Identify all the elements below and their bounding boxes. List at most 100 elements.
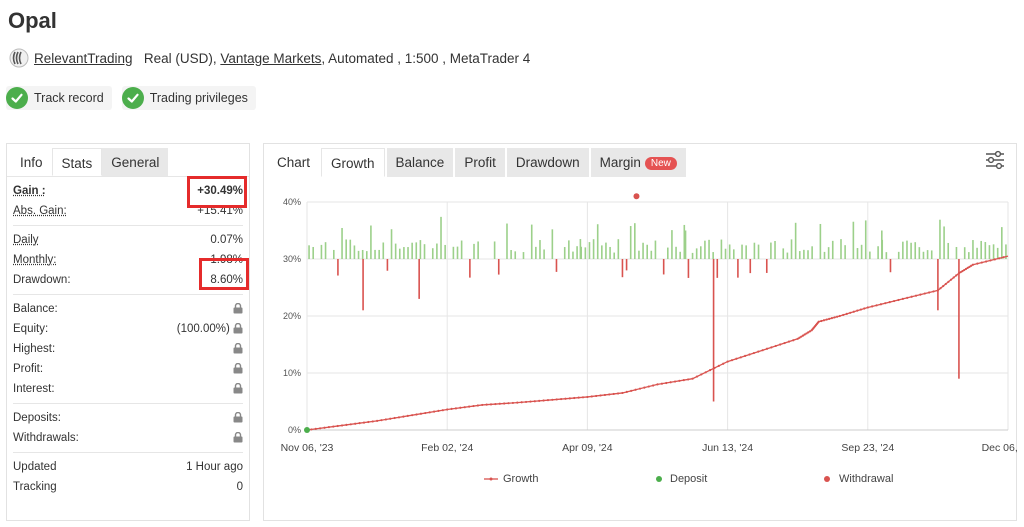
tab-chart[interactable]: Chart bbox=[268, 148, 320, 177]
growth-point bbox=[1002, 256, 1005, 259]
growth-point bbox=[463, 406, 466, 409]
growth-point bbox=[842, 313, 845, 317]
growth-point bbox=[849, 311, 852, 314]
trading-privileges-badge[interactable]: Trading privileges bbox=[121, 86, 256, 110]
growth-point bbox=[656, 383, 659, 386]
daily-gain-bar bbox=[943, 226, 945, 259]
broker-link[interactable]: Vantage Markets bbox=[220, 51, 321, 66]
daily-gain-bar bbox=[543, 249, 545, 259]
daily-gain-bar bbox=[675, 246, 677, 259]
gain-label[interactable]: Gain : bbox=[13, 185, 46, 197]
settings-sliders-icon[interactable] bbox=[984, 150, 1006, 170]
daily-gain-bar bbox=[572, 251, 574, 259]
growth-point bbox=[428, 411, 431, 414]
growth-point bbox=[779, 343, 782, 346]
tab-margin[interactable]: Margin New bbox=[590, 148, 686, 177]
daily-gain-bar bbox=[881, 230, 883, 259]
abs-gain-label[interactable]: Abs. Gain: bbox=[13, 205, 67, 217]
growth-point bbox=[354, 422, 357, 425]
growth-point bbox=[476, 404, 479, 407]
growth-line bbox=[306, 255, 1009, 431]
new-badge: New bbox=[644, 157, 677, 170]
daily-gain-bar bbox=[980, 240, 982, 259]
growth-point bbox=[520, 401, 523, 404]
growth-point bbox=[919, 293, 922, 296]
daily-gain-bar bbox=[840, 239, 842, 259]
track-record-badge[interactable]: Track record bbox=[6, 86, 112, 110]
daily-gain-bar bbox=[869, 251, 871, 259]
tab-growth[interactable]: Growth bbox=[321, 148, 385, 177]
daily-gain-bar bbox=[667, 247, 669, 259]
daily-gain-bar bbox=[732, 249, 735, 259]
daily-gain-bar bbox=[988, 245, 991, 259]
daily-gain-bar bbox=[370, 225, 372, 259]
growth-point bbox=[349, 423, 352, 426]
daily-loss-bar bbox=[737, 259, 739, 278]
tab-general[interactable]: General bbox=[102, 148, 169, 176]
interest-row: Interest: bbox=[13, 379, 243, 399]
daily-gain-bar bbox=[563, 247, 566, 259]
growth-point bbox=[866, 306, 869, 309]
lock-icon bbox=[233, 363, 243, 375]
daily-gain-bar bbox=[349, 239, 352, 259]
daily-loss-bar bbox=[937, 259, 939, 311]
tab-stats[interactable]: Stats bbox=[51, 148, 103, 176]
daily-gain-bar bbox=[691, 252, 694, 259]
growth-point bbox=[577, 396, 580, 399]
growth-point bbox=[371, 420, 374, 423]
tab-profit[interactable]: Profit bbox=[455, 148, 505, 177]
growth-point bbox=[503, 402, 506, 405]
tab-balance[interactable]: Balance bbox=[386, 148, 454, 177]
daily-gain-bar bbox=[579, 239, 582, 259]
profit-row: Profit: bbox=[13, 359, 243, 379]
growth-point bbox=[625, 390, 628, 393]
growth-point bbox=[949, 278, 953, 281]
growth-point bbox=[942, 284, 945, 288]
daily-gain-bar bbox=[436, 243, 438, 259]
check-icon bbox=[121, 87, 144, 109]
daily-gain-bar bbox=[601, 245, 603, 259]
daily-gain-bar bbox=[976, 247, 978, 259]
daily-gain-bar bbox=[897, 251, 900, 259]
growth-point bbox=[441, 409, 444, 412]
daily-gain-bar bbox=[984, 242, 987, 259]
daily-gain-bar bbox=[679, 251, 681, 259]
growth-point bbox=[906, 296, 909, 299]
growth-point bbox=[446, 408, 449, 411]
growth-point bbox=[879, 303, 883, 306]
chart-panel: 0% 10% 20% 30% 40% Nov 06, '23 Feb 02, '24 Apr … bbox=[263, 143, 1018, 521]
daily-gain-bar bbox=[918, 247, 921, 259]
monthly-label[interactable]: Monthly: bbox=[13, 254, 56, 266]
daily-gain-bar bbox=[996, 247, 999, 259]
growth-point bbox=[820, 319, 823, 323]
daily-gain-bar bbox=[345, 239, 347, 259]
growth-point bbox=[494, 402, 497, 406]
growth-chart: 0% 10% 20% 30% 40% Nov 06, '23 Feb 02, '24 Apr … bbox=[281, 193, 1018, 485]
daily-row: Daily 0.07% bbox=[13, 230, 243, 250]
legend-withdrawal-swatch bbox=[824, 476, 830, 482]
growth-point bbox=[340, 424, 344, 427]
growth-point bbox=[498, 402, 501, 405]
growth-point bbox=[634, 388, 637, 391]
growth-point bbox=[481, 403, 484, 407]
daily-gain-bar bbox=[770, 242, 772, 259]
page-title: Opal bbox=[8, 8, 57, 33]
growth-point bbox=[314, 427, 317, 430]
growth-point bbox=[660, 382, 663, 385]
tab-drawdown[interactable]: Drawdown bbox=[506, 148, 589, 177]
daily-gain-bar bbox=[460, 240, 463, 259]
growth-point bbox=[704, 371, 707, 374]
daily-gain-bar bbox=[786, 252, 789, 259]
tab-info[interactable]: Info bbox=[11, 148, 52, 176]
daily-label[interactable]: Daily bbox=[13, 234, 39, 246]
owner-link[interactable]: RelevantTrading bbox=[34, 51, 133, 66]
daily-gain-bar bbox=[939, 219, 941, 259]
growth-point bbox=[691, 377, 694, 380]
legend-deposit-label: Deposit bbox=[670, 473, 707, 485]
growth-point bbox=[406, 414, 409, 417]
deposits-label: Deposits: bbox=[13, 412, 61, 424]
growth-point bbox=[665, 381, 668, 385]
daily-gain-bar bbox=[807, 250, 809, 259]
daily-loss-bar bbox=[337, 259, 339, 276]
lock-icon bbox=[233, 383, 243, 395]
